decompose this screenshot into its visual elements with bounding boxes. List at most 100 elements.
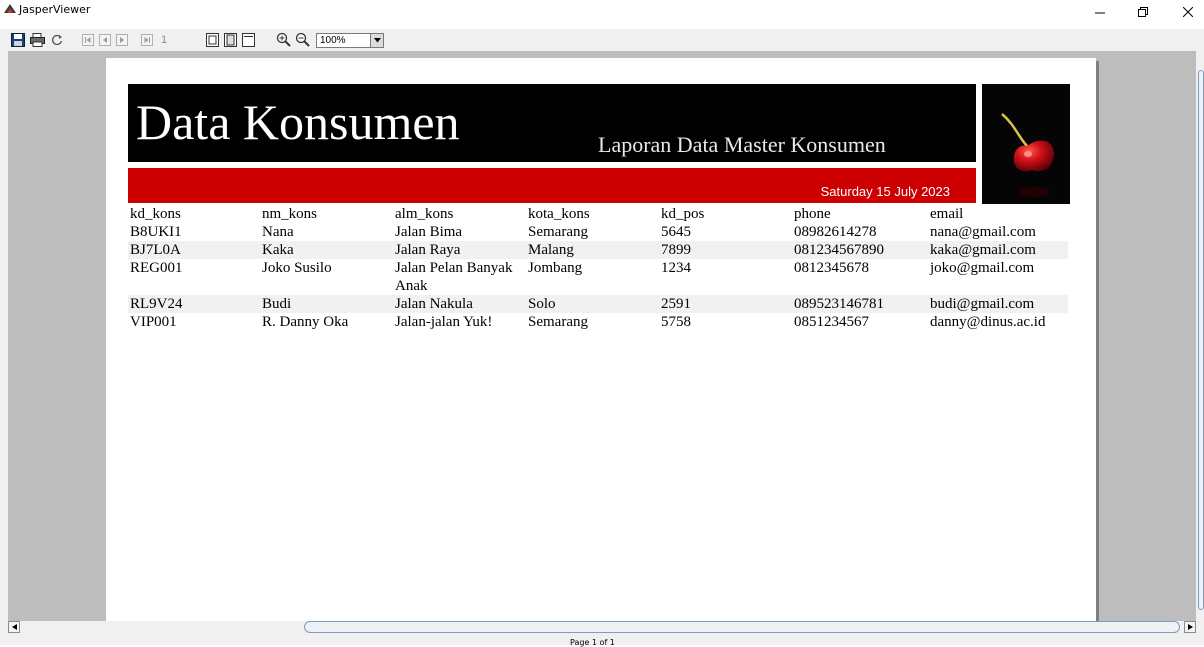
arrow-right-icon (1187, 624, 1193, 630)
table-row: REG001 Joko Susilo Jalan Pelan Banyak An… (128, 259, 1068, 295)
actual-size-button[interactable] (204, 31, 221, 48)
status-bar: Page 1 of 1 (0, 633, 1204, 647)
table-cell: 089523146781 (794, 296, 884, 312)
table-cell: 5758 (661, 314, 691, 330)
previous-page-button[interactable] (96, 31, 113, 48)
table-cell: RL9V24 (130, 296, 183, 312)
actual-size-icon (206, 32, 219, 47)
cherry-image (982, 84, 1070, 204)
table-cell: Jalan Raya (395, 242, 461, 258)
fit-width-icon (242, 32, 255, 47)
viewer-toolbar: 1 100% (0, 29, 1204, 51)
jasper-viewer-window: JasperViewer 1 100% Data Konsumen Lapora… (0, 0, 1204, 647)
last-page-button[interactable] (138, 31, 155, 48)
close-button[interactable] (1172, 0, 1204, 24)
table-cell: nana@gmail.com (930, 224, 1036, 240)
table-cell: 7899 (661, 242, 691, 258)
table-cell: Malang (528, 242, 574, 258)
table-cell: 0812345678 (794, 260, 869, 276)
table-row: BJ7L0A Kaka Jalan Raya Malang 7899 08123… (128, 241, 1068, 259)
table-cell: B8UKI1 (130, 224, 182, 240)
fit-page-icon (224, 32, 237, 47)
first-page-button[interactable] (79, 31, 96, 48)
table-cell: 5645 (661, 224, 691, 240)
save-icon (10, 32, 25, 47)
horizontal-scroll-thumb[interactable] (304, 621, 1180, 633)
zoom-in-icon (276, 32, 291, 47)
column-header: kota_kons (528, 206, 590, 222)
column-header: nm_kons (262, 206, 318, 222)
reload-icon (51, 34, 62, 45)
table-cell: Solo (528, 296, 556, 312)
column-header: kd_pos (661, 206, 705, 222)
table-cell: Joko Susilo (262, 260, 332, 276)
save-button[interactable] (9, 31, 26, 48)
column-header: phone (794, 206, 831, 222)
table-cell: 0851234567 (794, 314, 869, 330)
reload-button[interactable] (48, 31, 65, 48)
column-header: alm_kons (395, 206, 454, 222)
page-number-input[interactable]: 1 (158, 33, 194, 48)
scroll-left-button[interactable] (8, 621, 20, 633)
table-header-row: kd_kons nm_kons alm_kons kota_kons kd_po… (128, 205, 1068, 223)
table-cell: budi@gmail.com (930, 296, 1035, 312)
column-header: kd_kons (130, 206, 181, 222)
scroll-right-button[interactable] (1184, 621, 1196, 633)
zoom-dropdown-button[interactable] (370, 34, 383, 47)
fit-width-button[interactable] (240, 31, 257, 48)
zoom-value: 100% (320, 35, 346, 46)
first-page-icon (81, 33, 94, 46)
zoom-in-button[interactable] (275, 31, 292, 48)
horizontal-scrollbar[interactable] (8, 621, 1196, 633)
restore-button[interactable] (1127, 0, 1159, 24)
table-cell: 2591 (661, 296, 691, 312)
chevron-down-icon (373, 38, 381, 43)
table-cell: Semarang (528, 314, 588, 330)
page-status: Page 1 of 1 (570, 638, 615, 647)
table-cell: Nana (262, 224, 294, 240)
table-cell: 08982614278 (794, 224, 877, 240)
zoom-select[interactable]: 100% (316, 33, 384, 48)
vertical-scroll-thumb[interactable] (1198, 70, 1204, 610)
table-cell: Kaka (262, 242, 294, 258)
jasper-logo-icon (4, 4, 16, 13)
close-icon (1183, 7, 1193, 17)
minimize-button[interactable] (1084, 0, 1116, 24)
report-title: Data Konsumen (136, 94, 460, 150)
previous-page-icon (98, 33, 111, 46)
title-band: Data Konsumen Laporan Data Master Konsum… (128, 84, 976, 162)
report-subtitle: Laporan Data Master Konsumen (598, 132, 886, 157)
table-cell: Jalan Bima (395, 224, 463, 240)
table-cell: danny@dinus.ac.id (930, 314, 1046, 330)
table-row: RL9V24 Budi Jalan Nakula Solo 2591 08952… (128, 295, 1068, 313)
date-band: Saturday 15 July 2023 (128, 168, 976, 203)
table-cell: VIP001 (130, 314, 177, 330)
table-cell: Jalan Pelan Banyak Anak (395, 260, 513, 294)
print-icon (30, 32, 45, 47)
table-cell: joko@gmail.com (930, 260, 1035, 276)
title-bar: JasperViewer (0, 0, 1204, 29)
next-page-button[interactable] (113, 31, 130, 48)
table-row: VIP001 R. Danny Oka Jalan-jalan Yuk! Sem… (128, 313, 1068, 331)
table-cell: 1234 (661, 260, 691, 276)
table-cell: Jombang (528, 260, 583, 276)
fit-page-button[interactable] (222, 31, 239, 48)
window-title: JasperViewer (19, 3, 91, 16)
column-header: email (930, 206, 964, 222)
table-cell: Budi (262, 296, 292, 312)
konsumen-table: kd_kons nm_kons alm_kons kota_kons kd_po… (128, 205, 1068, 331)
table-cell: 081234567890 (794, 242, 884, 258)
table-cell: Semarang (528, 224, 588, 240)
print-button[interactable] (29, 31, 46, 48)
minimize-icon (1095, 12, 1105, 14)
report-page: Data Konsumen Laporan Data Master Konsum… (106, 58, 1096, 621)
table-row: B8UKI1 Nana Jalan Bima Semarang 5645 089… (128, 223, 1068, 241)
report-viewport[interactable]: Data Konsumen Laporan Data Master Konsum… (8, 51, 1196, 621)
last-page-icon (140, 33, 153, 46)
table-cell: kaka@gmail.com (930, 242, 1036, 258)
zoom-out-icon (295, 32, 310, 47)
cherry-icon (1001, 113, 1054, 197)
zoom-out-button[interactable] (294, 31, 311, 48)
restore-icon (1138, 7, 1148, 17)
table-cell: REG001 (130, 260, 183, 276)
